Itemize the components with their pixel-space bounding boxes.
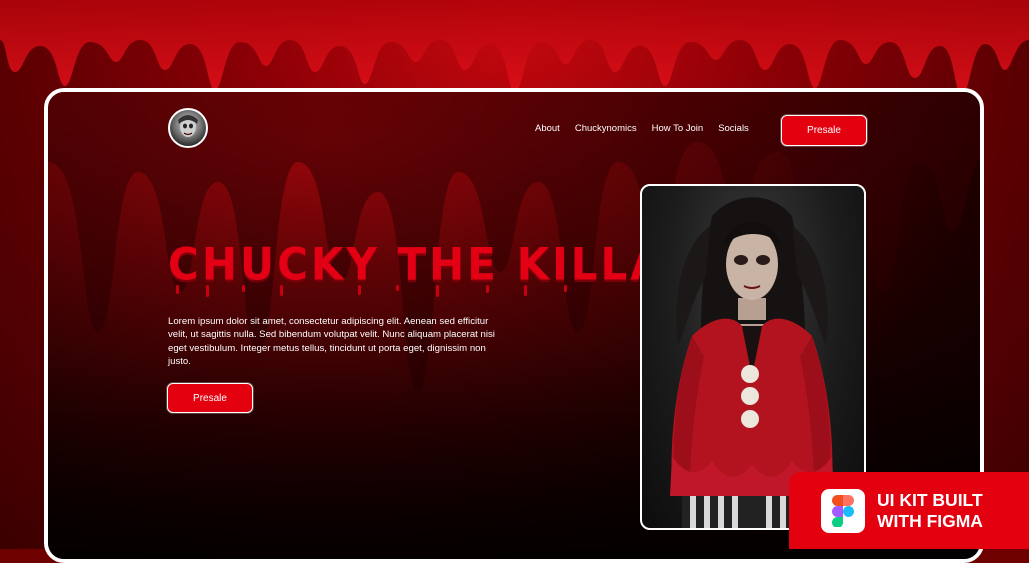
badge-line-1: UI KIT BUILT (877, 489, 983, 510)
figma-kit-badge: UI KIT BUILT WITH FIGMA (789, 472, 1029, 549)
hero-presale-button[interactable]: Presale (167, 383, 253, 413)
nav-link-about[interactable]: About (535, 123, 560, 134)
figma-logo-icon (832, 494, 854, 527)
badge-line-2: WITH FIGMA (877, 510, 983, 531)
nav-link-chuckynomics[interactable]: Chuckynomics (575, 123, 637, 134)
figma-logo-box (821, 488, 865, 533)
nav-link-how-to-join[interactable]: How To Join (652, 123, 704, 134)
nav-presale-button[interactable]: Presale (781, 115, 867, 146)
badge-text: UI KIT BUILT WITH FIGMA (877, 490, 983, 532)
nav-link-socials[interactable]: Socials (718, 123, 749, 134)
title-drip-decoration (176, 285, 567, 297)
hero-description: Lorem ipsum dolor sit amet, consectetur … (168, 316, 495, 367)
logo-avatar[interactable] (168, 108, 208, 148)
main-nav: About Chuckynomics How To Join Socials (535, 123, 749, 134)
hero-title: CHUCKY THE KILLAR (168, 238, 702, 291)
skull-avatar-icon (178, 115, 198, 137)
